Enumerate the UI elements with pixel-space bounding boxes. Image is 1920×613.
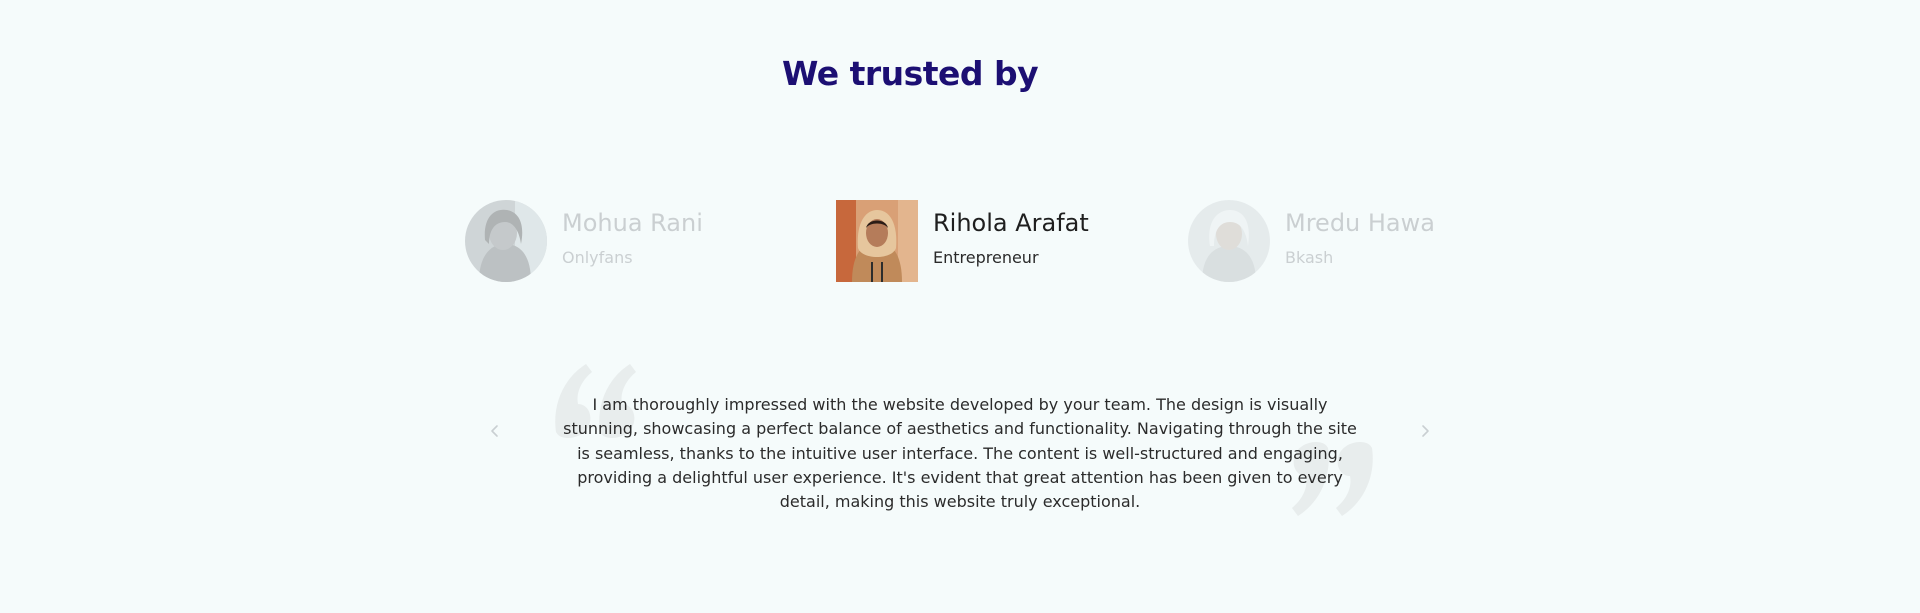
testimonial-name: Mredu Hawa — [1285, 209, 1435, 237]
woman-portrait-icon — [465, 200, 547, 282]
testimonial-role: Entrepreneur — [933, 248, 1039, 267]
testimonial-name: Mohua Rani — [562, 209, 703, 237]
testimonials-section: We trusted by Mohua Rani Onlyfans Rihola… — [0, 0, 1920, 613]
woman-hijab-portrait-icon — [836, 200, 918, 282]
chevron-left-icon — [491, 425, 498, 437]
section-title: We trusted by — [782, 54, 1039, 93]
testimonial-role: Onlyfans — [562, 248, 633, 267]
testimonial-person-mohua[interactable]: Mohua Rani Onlyfans — [465, 200, 703, 282]
elderly-woman-portrait-icon — [1188, 200, 1270, 282]
testimonial-role: Bkash — [1285, 248, 1334, 267]
testimonial-name: Rihola Arafat — [933, 209, 1089, 237]
next-testimonial-button[interactable] — [1413, 419, 1437, 443]
testimonial-person-rihola[interactable]: Rihola Arafat Entrepreneur — [836, 200, 1089, 282]
testimonial-quote: I am thoroughly impressed with the websi… — [563, 395, 1357, 512]
testimonial-person-mredu[interactable]: Mredu Hawa Bkash — [1188, 200, 1435, 282]
chevron-right-icon — [1422, 425, 1429, 437]
prev-testimonial-button[interactable] — [483, 419, 507, 443]
